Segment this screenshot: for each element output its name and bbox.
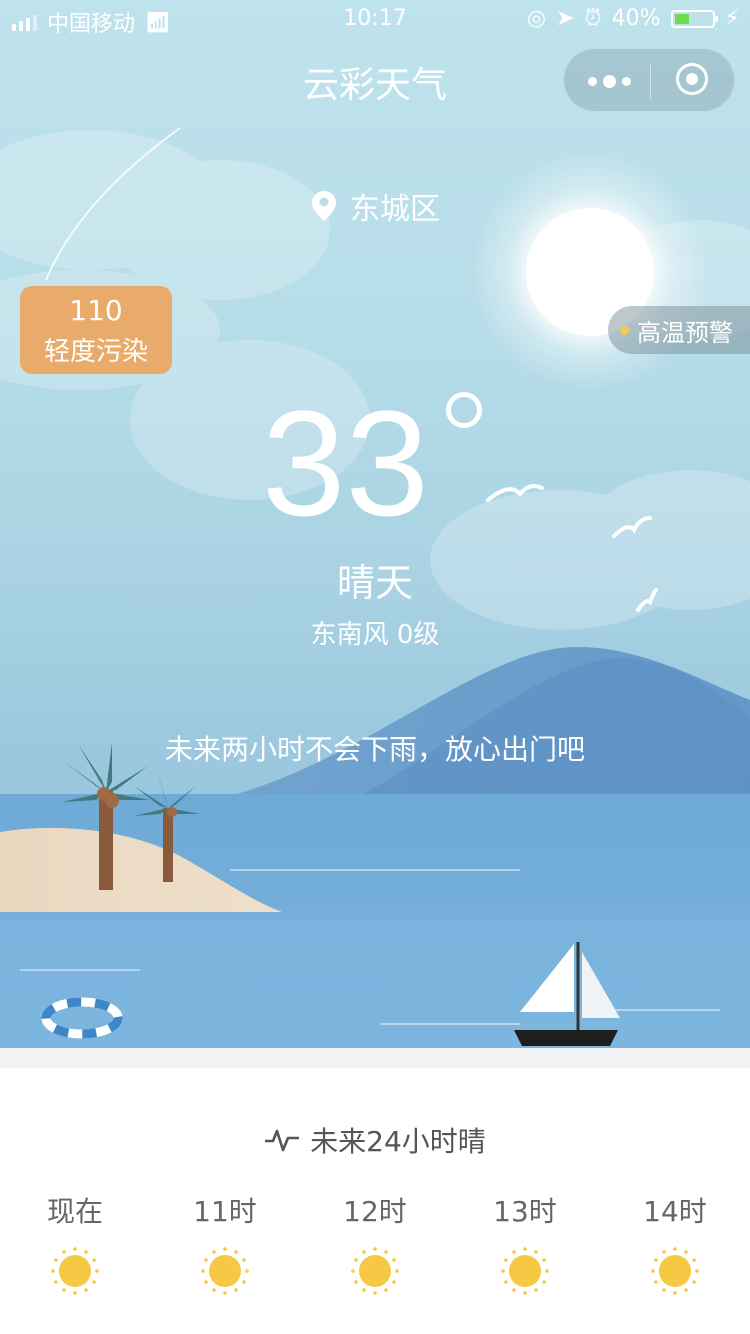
hour-item: 14时 — [600, 1190, 750, 1312]
hour-item: 现在 — [0, 1190, 150, 1312]
wind-info: 东南风 0级 — [310, 620, 440, 650]
weather-warning-badge[interactable]: 高温预警 — [608, 306, 750, 354]
more-menu-button[interactable] — [588, 67, 648, 95]
miniprogram-capsule — [563, 48, 735, 112]
weather-condition: 晴天 — [336, 561, 413, 605]
sun-icon — [50, 1246, 100, 1296]
warning-dot-icon — [620, 325, 629, 335]
charging-icon: ⚡︎ — [724, 6, 740, 31]
sun-icon — [350, 1246, 400, 1296]
pulse-icon — [265, 1129, 300, 1152]
location-selector[interactable]: 东城区 — [312, 184, 440, 228]
aqi-label: 轻度污染 — [43, 337, 148, 367]
hour-label: 12时 — [343, 1195, 407, 1228]
hour-item: 13时 — [450, 1190, 600, 1312]
hour-label: 14时 — [643, 1195, 707, 1228]
battery-percent: 40% — [611, 6, 661, 31]
battery-icon — [670, 9, 718, 28]
aqi-badge[interactable]: 110 轻度污染 — [20, 286, 172, 374]
hourly-forecast-panel: 未来24小时晴 现在 11时 12时 13时 14时 — [0, 1068, 750, 1334]
rain-forecast-tip: 未来两小时不会下雨，放心出门吧 — [164, 733, 585, 766]
hour-label: 现在 — [46, 1195, 103, 1228]
rotation-lock-icon: ◎ — [526, 6, 547, 31]
hour-item: 11时 — [150, 1190, 300, 1312]
aqi-value: 110 — [69, 294, 123, 327]
alarm-icon: ⏰︎ — [584, 6, 602, 31]
forecast-title: 未来24小时晴 — [310, 1125, 486, 1158]
sun-icon — [200, 1246, 250, 1296]
capsule-divider — [650, 63, 651, 99]
location-pin-icon — [312, 191, 336, 221]
hour-label: 11时 — [193, 1195, 257, 1228]
hour-item: 12时 — [300, 1190, 450, 1312]
forecast-title-row: 未来24小时晴 — [0, 1120, 750, 1160]
degree-icon — [446, 392, 482, 428]
sun-icon — [500, 1246, 550, 1296]
warning-label: 高温预警 — [637, 318, 733, 347]
status-bar: 中国移动 📶︎ 10:17 ◎ ➤ ⏰︎ 40% ⚡︎ — [0, 0, 750, 40]
section-divider — [0, 1048, 750, 1068]
current-temperature: 33 — [262, 379, 429, 547]
status-right: ◎ ➤ ⏰︎ 40% ⚡︎ — [527, 6, 740, 31]
sun-icon — [650, 1246, 700, 1296]
location-label: 东城区 — [350, 192, 440, 227]
location-arrow-icon: ➤ — [556, 6, 575, 31]
hour-label: 13时 — [493, 1195, 557, 1228]
close-miniprogram-button[interactable] — [676, 63, 708, 95]
